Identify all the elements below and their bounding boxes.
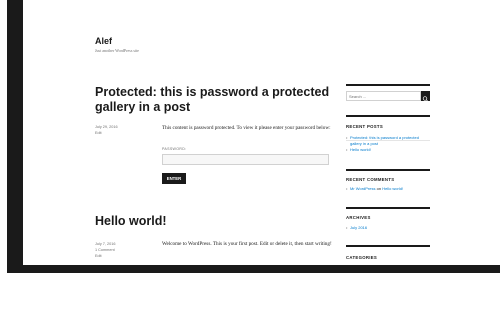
edit-link[interactable]: Edit <box>95 130 118 136</box>
post-title-protected[interactable]: Protected: this is password a protected … <box>95 85 335 115</box>
search-icon <box>422 96 428 102</box>
widget-divider <box>346 84 430 86</box>
site-title[interactable]: Alef <box>95 36 112 46</box>
recent-posts-title: RECENT POSTS <box>346 124 384 129</box>
comment-post-link[interactable]: Hello world! <box>382 186 403 191</box>
recent-comments-list: • Mr WordPress on Hello world! <box>346 186 430 192</box>
recent-post-link[interactable]: Protected: this is password a protected … <box>350 135 430 147</box>
comment-on-text: on <box>376 186 382 191</box>
post-content: Welcome to WordPress. This is your first… <box>162 241 332 247</box>
widget-divider <box>346 207 430 209</box>
enter-button[interactable]: ENTER <box>162 173 186 184</box>
post-meta: July 29, 2016 Edit <box>95 124 118 136</box>
recent-post-link[interactable]: Hello world! <box>350 147 371 153</box>
search-input[interactable]: Search ... <box>346 91 421 101</box>
password-label: PASSWORD: <box>162 147 187 151</box>
comment-author-link[interactable]: Mr WordPress <box>350 186 375 191</box>
search-button[interactable] <box>421 91 430 102</box>
page-content: Alef Just another WordPress site Protect… <box>23 0 500 265</box>
recent-posts-list: • Protected: this is password a protecte… <box>346 135 430 153</box>
archives-title: ARCHIVES <box>346 215 371 220</box>
widget-divider <box>346 115 430 117</box>
edit-link[interactable]: Edit <box>95 253 115 259</box>
post-content: This content is password protected. To v… <box>162 125 331 131</box>
categories-title: CATEGORIES <box>346 255 378 260</box>
list-separator <box>346 140 430 141</box>
widget-divider <box>346 169 430 171</box>
archives-list: • July 2016 <box>346 225 430 231</box>
list-item: • Protected: this is password a protecte… <box>346 135 430 147</box>
site-description: Just another WordPress site <box>95 48 139 53</box>
list-item: • July 2016 <box>346 225 430 231</box>
page-frame: Alef Just another WordPress site Protect… <box>7 0 500 273</box>
archive-link[interactable]: July 2016 <box>350 225 367 231</box>
list-item: • Hello world! <box>346 147 430 153</box>
recent-comments-title: RECENT COMMENTS <box>346 177 395 182</box>
password-input[interactable] <box>162 154 329 165</box>
post-meta: July 7, 2016 1 Comment Edit <box>95 241 115 259</box>
list-item: • Mr WordPress on Hello world! <box>346 186 430 192</box>
widget-divider <box>346 245 430 247</box>
post-title-hello[interactable]: Hello world! <box>95 214 335 229</box>
